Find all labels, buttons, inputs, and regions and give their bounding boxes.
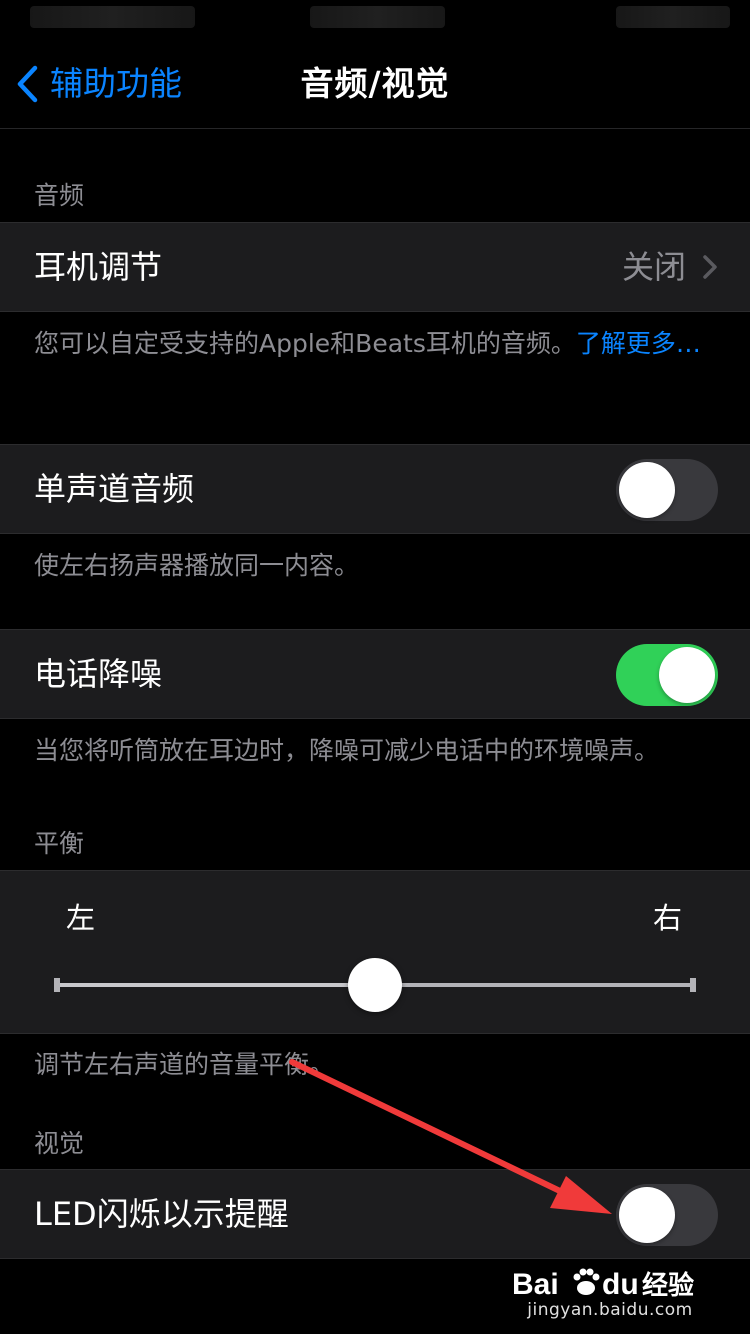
headphone-accommodations-row[interactable]: 耳机调节 关闭 bbox=[0, 222, 750, 312]
section-header-audio: 音频 bbox=[34, 181, 85, 210]
svg-text:du: du bbox=[602, 1268, 639, 1301]
learn-more-link[interactable]: 了解更多… bbox=[576, 329, 701, 358]
phone-noise-footer: 当您将听筒放在耳边时，降噪可减少电话中的环境噪声。 bbox=[34, 736, 660, 765]
headphone-accommodations-value: 关闭 bbox=[621, 248, 686, 286]
mono-audio-toggle[interactable] bbox=[616, 459, 718, 521]
led-flash-label: LED闪烁以示提醒 bbox=[34, 1195, 289, 1233]
page-title: 音频/视觉 bbox=[300, 64, 450, 103]
section-header-visual: 视觉 bbox=[34, 1129, 85, 1158]
toggle-knob bbox=[619, 1187, 675, 1243]
mono-audio-label: 单声道音频 bbox=[34, 470, 195, 508]
headphone-footer-text: 您可以自定受支持的Apple和Beats耳机的音频。 bbox=[34, 329, 576, 358]
status-bar bbox=[0, 0, 750, 40]
balance-right-label: 右 bbox=[652, 901, 682, 935]
led-flash-toggle[interactable] bbox=[616, 1184, 718, 1246]
phone-noise-cancellation-toggle[interactable] bbox=[616, 644, 718, 706]
toggle-knob bbox=[659, 647, 715, 703]
mono-audio-row: 单声道音频 bbox=[0, 444, 750, 534]
mono-audio-footer: 使左右扬声器播放同一内容。 bbox=[34, 551, 360, 580]
toggle-knob bbox=[619, 462, 675, 518]
slider-min-tick bbox=[54, 978, 60, 992]
phone-noise-cancellation-label: 电话降噪 bbox=[34, 655, 163, 693]
balance-row: 左 右 bbox=[0, 870, 750, 1034]
status-bar-left-blur bbox=[30, 6, 195, 28]
status-bar-center-blur bbox=[310, 6, 445, 28]
phone-noise-cancellation-row: 电话降噪 bbox=[0, 629, 750, 719]
led-flash-row: LED闪烁以示提醒 bbox=[0, 1169, 750, 1259]
navigation-bar: 辅助功能 音频/视觉 bbox=[0, 40, 750, 129]
slider-thumb[interactable] bbox=[348, 958, 402, 1012]
watermark-url: jingyan.baidu.com bbox=[527, 1300, 693, 1320]
slider-fill bbox=[58, 983, 375, 987]
slider-max-tick bbox=[690, 978, 696, 992]
section-header-balance: 平衡 bbox=[34, 829, 85, 858]
headphone-footer: 您可以自定受支持的Apple和Beats耳机的音频。了解更多… bbox=[34, 327, 714, 361]
status-bar-right-blur bbox=[616, 6, 730, 28]
svg-text:Bai: Bai bbox=[512, 1268, 559, 1301]
balance-left-label: 左 bbox=[66, 901, 96, 935]
headphone-accommodations-label: 耳机调节 bbox=[34, 248, 163, 286]
svg-text:经验: 经验 bbox=[642, 1270, 694, 1301]
baidu-jingyan-logo-icon: Bai du 经验 bbox=[512, 1268, 694, 1301]
watermark: Bai du 经验 jingyan.baidu.com bbox=[510, 1262, 710, 1324]
chevron-right-icon bbox=[702, 254, 718, 284]
balance-footer: 调节左右声道的音量平衡。 bbox=[34, 1050, 335, 1079]
balance-slider[interactable] bbox=[54, 953, 696, 1017]
